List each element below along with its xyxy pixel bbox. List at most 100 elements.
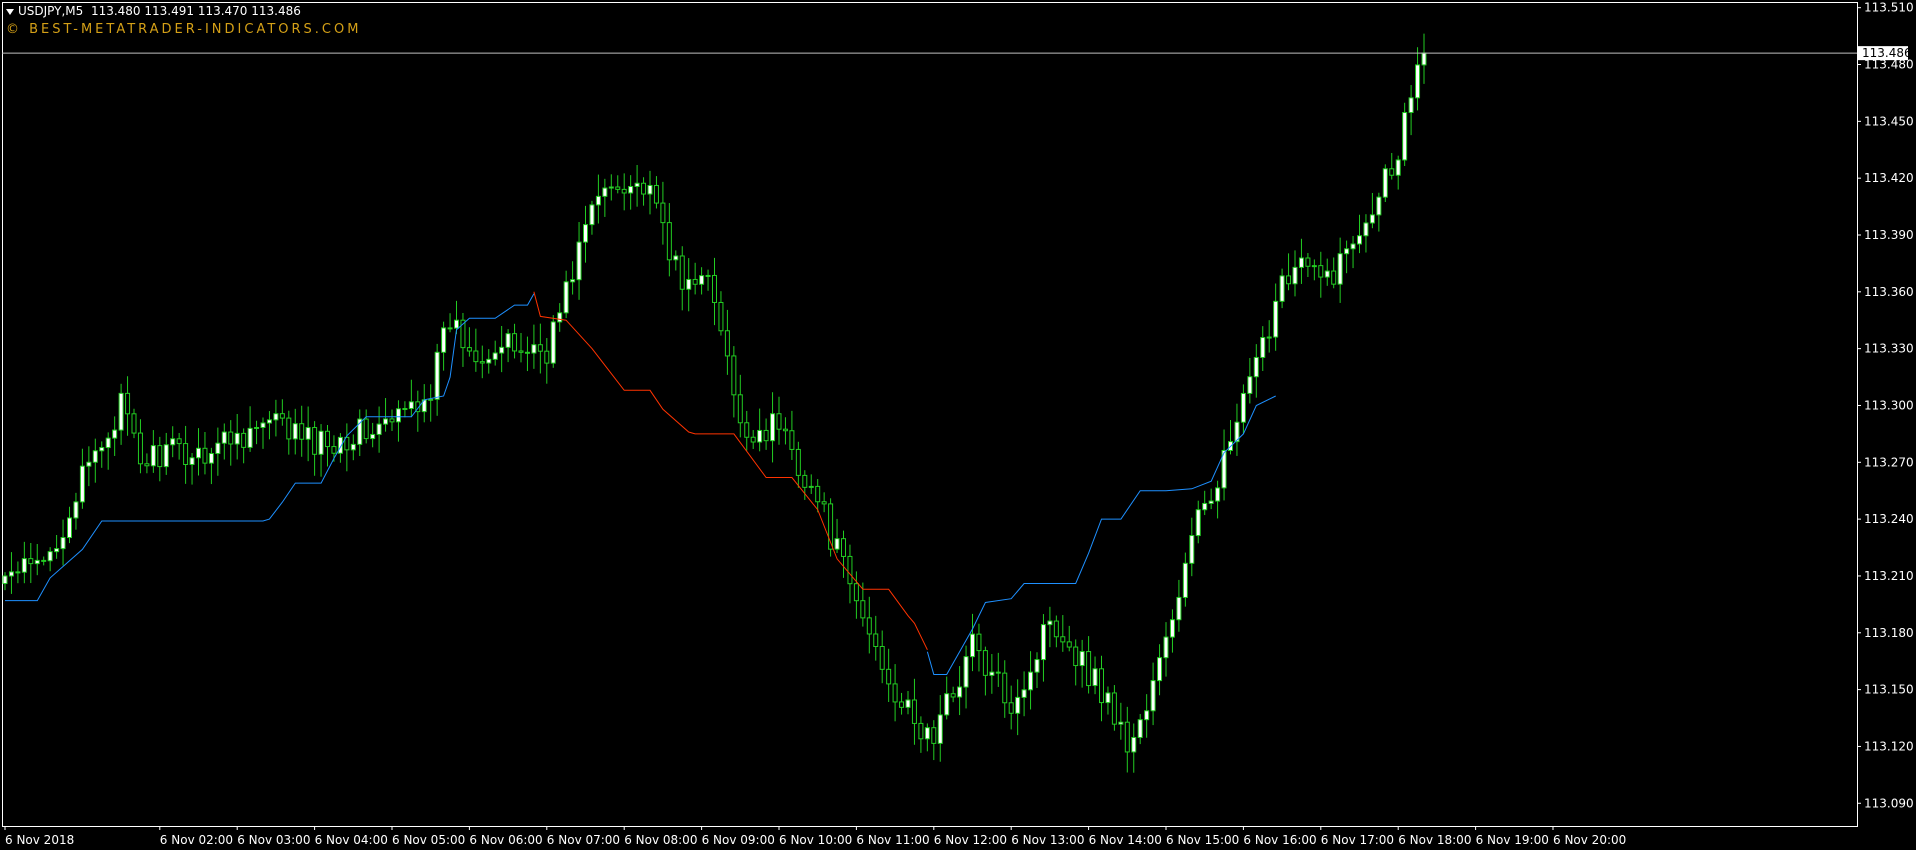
- candle-body: [318, 430, 324, 455]
- candle-body: [1344, 248, 1350, 255]
- candle-body: [1111, 692, 1117, 725]
- candle-body: [2, 575, 8, 585]
- candle-body: [247, 427, 253, 448]
- candle-body: [112, 429, 118, 439]
- candle-body: [1176, 596, 1182, 621]
- candle-body: [892, 683, 898, 703]
- candle-body: [576, 241, 582, 281]
- candle-body: [653, 184, 659, 204]
- time-tick-label: 6 Nov 18:00: [1398, 833, 1471, 847]
- candle-body: [1350, 243, 1356, 250]
- candle-body: [428, 398, 434, 401]
- candle-body: [989, 671, 995, 676]
- candle-body: [557, 312, 563, 323]
- candle-body: [176, 438, 182, 445]
- candle-body: [260, 422, 266, 428]
- candle-body: [228, 431, 234, 445]
- candle-body: [1208, 500, 1214, 504]
- candle-body: [770, 413, 776, 442]
- time-tick-label: 6 Nov 20:00: [1553, 833, 1626, 847]
- price-tick-label: 113.420: [1864, 171, 1914, 185]
- candle-body: [782, 428, 788, 432]
- candle-body: [1047, 620, 1053, 626]
- time-tick-label: 6 Nov 06:00: [469, 833, 542, 847]
- candle-body: [1195, 509, 1201, 537]
- candle-body: [1240, 392, 1246, 423]
- candle-body: [673, 255, 679, 261]
- symbol-label: USDJPY,M5: [18, 4, 84, 18]
- candle-body: [408, 401, 414, 410]
- candle-body: [312, 427, 318, 455]
- candle-body: [1389, 168, 1395, 176]
- candle-body: [763, 429, 769, 442]
- candle-body: [563, 281, 569, 314]
- current-price-label: 113.486: [1862, 46, 1912, 60]
- candle-body: [331, 446, 337, 454]
- candle-body: [679, 255, 685, 290]
- candle-body: [1144, 710, 1150, 721]
- chart-window[interactable]: 113.510 113.480 113.450 113.420 113.390 113.3…: [0, 0, 1916, 850]
- candle-body: [724, 330, 730, 357]
- candle-body: [150, 445, 156, 467]
- candle-body: [1169, 619, 1175, 638]
- candle-body: [1395, 159, 1401, 176]
- candle-body: [118, 392, 124, 431]
- candle-body: [34, 559, 40, 565]
- candle-body: [970, 633, 975, 658]
- candle-body: [795, 448, 801, 476]
- time-tick-label: 6 Nov 07:00: [547, 833, 620, 847]
- candle-body: [647, 184, 653, 195]
- candle-body: [479, 361, 485, 364]
- price-tick-label: 113.360: [1864, 285, 1914, 299]
- candle-body: [1363, 222, 1369, 237]
- candle-body: [918, 722, 924, 740]
- candle-body: [137, 432, 143, 465]
- candle-body: [615, 186, 621, 190]
- candle-body: [1369, 214, 1375, 224]
- candle-body: [499, 346, 505, 354]
- candle-body: [789, 430, 795, 450]
- candle-body: [1357, 235, 1362, 245]
- price-tick-label: 113.150: [1864, 683, 1914, 697]
- time-tick-label: 6 Nov 05:00: [392, 833, 465, 847]
- price-tick-label: 113.210: [1864, 569, 1914, 583]
- candle-body: [957, 686, 963, 698]
- candle-body: [67, 517, 72, 539]
- candle-body: [389, 418, 395, 423]
- candle-body: [982, 650, 988, 676]
- candle-body: [41, 559, 47, 562]
- candle-body: [221, 431, 227, 444]
- candle-body: [692, 278, 698, 285]
- candle-body: [1008, 702, 1014, 714]
- trailing-stop-long: [926, 395, 1276, 675]
- candle-body: [757, 429, 763, 443]
- candle-body: [1402, 112, 1408, 161]
- candle-body: [570, 279, 576, 283]
- time-tick-label: 6 Nov 17:00: [1321, 833, 1394, 847]
- candle-body: [1421, 52, 1427, 66]
- price-tick-label: 113.390: [1864, 228, 1914, 242]
- candle-body: [473, 350, 479, 363]
- candle-body: [1066, 641, 1072, 648]
- candle-body: [266, 419, 272, 424]
- candle-body: [305, 427, 311, 440]
- candle-body: [860, 600, 866, 619]
- candle-body: [434, 351, 440, 400]
- candle-body: [1279, 275, 1285, 302]
- candlestick-chart[interactable]: 113.510113.480113.450113.420113.390113.3…: [0, 0, 1916, 850]
- candle-body: [60, 537, 66, 550]
- candle-body: [189, 457, 195, 465]
- candle-body: [712, 274, 717, 303]
- candle-body: [21, 558, 27, 573]
- candle-body: [370, 433, 376, 440]
- candle-body: [937, 714, 943, 744]
- candle-body: [1163, 636, 1169, 659]
- candle-body: [976, 633, 982, 652]
- candle-body: [1182, 562, 1188, 598]
- candle-body: [86, 461, 92, 467]
- candle-body: [1034, 659, 1040, 673]
- time-tick-label: 6 Nov 12:00: [934, 833, 1007, 847]
- candle-body: [718, 301, 724, 332]
- candle-body: [241, 432, 247, 448]
- dropdown-triangle-icon[interactable]: [6, 8, 14, 15]
